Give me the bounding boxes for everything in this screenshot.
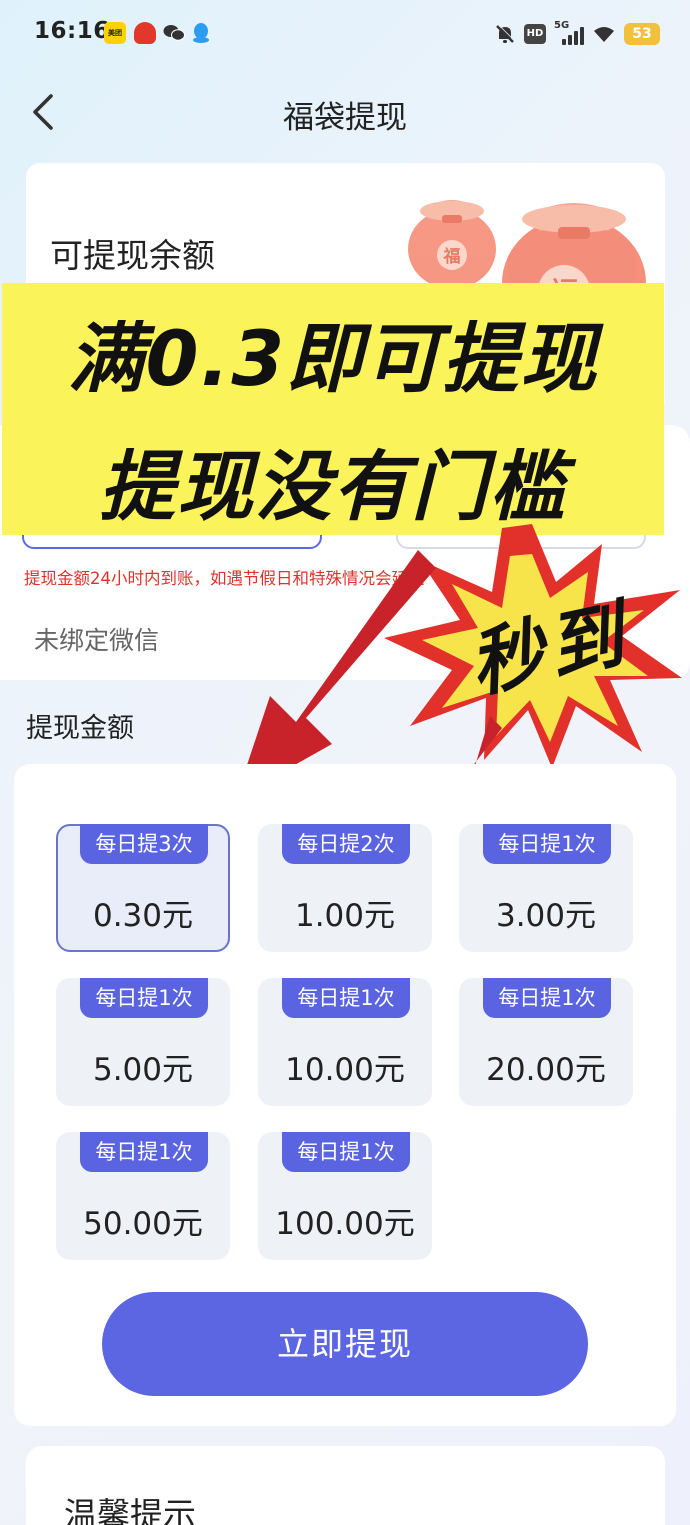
daily-limit-badge: 每日提3次 [80, 824, 208, 864]
hd-badge: HD [524, 24, 546, 44]
qq-icon [193, 23, 209, 43]
daily-limit-badge: 每日提1次 [80, 978, 208, 1018]
battery-icon: 53 [624, 23, 660, 45]
amount-option-5-00[interactable]: 每日提1次 5.00元 [56, 978, 230, 1106]
tips-card: 温馨提示 [26, 1446, 665, 1525]
amount-value: 5.00元 [92, 1052, 194, 1088]
amount-option-10-00[interactable]: 每日提1次 10.00元 [258, 978, 432, 1106]
amount-value: 50.00元 [83, 1206, 203, 1242]
amount-value: 0.30元 [92, 898, 194, 934]
status-bar: 16:16 美团 HD 5G 53 [0, 0, 690, 68]
daily-limit-badge: 每日提1次 [483, 824, 611, 864]
amount-option-1-00[interactable]: 每日提2次 1.00元 [258, 824, 432, 952]
status-time: 16:16 [34, 18, 110, 44]
tips-title: 温馨提示 [64, 1495, 196, 1525]
amount-value: 10.00元 [285, 1052, 405, 1088]
amount-option-0-30[interactable]: 每日提3次 0.30元 [56, 824, 230, 952]
red-app-icon [134, 22, 156, 44]
network-type: 5G [554, 20, 570, 31]
app-header: 福袋提现 [0, 72, 690, 152]
wechat-unbound-label[interactable]: 未绑定微信 [34, 621, 159, 657]
promo-banner: 满0.3即可提现 提现没有门槛 [2, 283, 664, 535]
mute-bell-icon [496, 24, 515, 43]
daily-limit-badge: 每日提1次 [282, 978, 410, 1018]
amount-value: 100.00元 [275, 1206, 415, 1242]
section-title-amount: 提现金额 [26, 713, 134, 744]
daily-limit-badge: 每日提1次 [282, 1132, 410, 1172]
withdraw-now-button[interactable]: 立即提现 [102, 1292, 588, 1396]
amount-option-50-00[interactable]: 每日提1次 50.00元 [56, 1132, 230, 1260]
balance-label: 可提现余额 [50, 236, 215, 275]
bag-char-small: 福 [443, 246, 461, 267]
signal-icon: 5G [554, 20, 584, 46]
arrival-note: 提现金额24小时内到账，如遇节假日和特殊情况会延迟 [24, 569, 425, 588]
amount-option-100-00[interactable]: 每日提1次 100.00元 [258, 1132, 432, 1260]
wifi-icon [594, 27, 614, 42]
promo-line-2: 提现没有门槛 [99, 442, 567, 531]
amount-option-20-00[interactable]: 每日提1次 20.00元 [459, 978, 633, 1106]
wechat-icon [163, 25, 185, 41]
amount-value: 20.00元 [486, 1052, 606, 1088]
page-title: 福袋提现 [283, 100, 407, 136]
daily-limit-badge: 每日提1次 [483, 978, 611, 1018]
promo-line-1: 满0.3即可提现 [67, 314, 599, 403]
amount-value: 1.00元 [294, 898, 396, 934]
daily-limit-badge: 每日提2次 [282, 824, 410, 864]
meituan-app-icon: 美团 [104, 22, 126, 44]
amount-card: 每日提3次 0.30元 每日提2次 1.00元 每日提1次 3.00元 每日提1… [14, 764, 676, 1426]
amount-value: 3.00元 [495, 898, 597, 934]
amount-option-3-00[interactable]: 每日提1次 3.00元 [459, 824, 633, 952]
daily-limit-badge: 每日提1次 [80, 1132, 208, 1172]
